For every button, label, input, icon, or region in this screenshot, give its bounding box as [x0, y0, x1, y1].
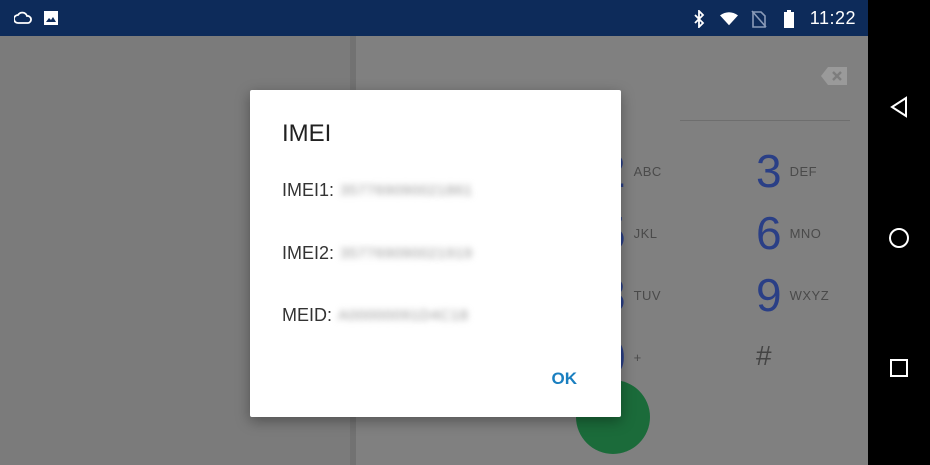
imei1-value: 357769090021861: [340, 182, 473, 199]
dialpad-key-6[interactable]: 6 MNO: [756, 210, 821, 256]
navigation-bar: [868, 0, 930, 465]
dialpad-key-digit: #: [756, 340, 772, 371]
dialpad-key-letters: WXYZ: [789, 287, 830, 303]
dialpad-key-letters: MNO: [789, 225, 822, 241]
meid-row: MEID: A00000091D4C18: [282, 305, 468, 326]
ok-button[interactable]: OK: [552, 369, 578, 389]
image-icon: [42, 9, 60, 27]
imei1-row: IMEI1: 357769090021861: [282, 180, 473, 201]
meid-value: A00000091D4C18: [338, 307, 469, 324]
dialpad-key-hash[interactable]: #: [756, 340, 772, 372]
dialpad-key-letters: ABC: [633, 163, 662, 179]
dialpad-key-letters: TUV: [633, 287, 662, 303]
cloud-sync-icon: [14, 9, 32, 27]
imei2-label: IMEI2:: [282, 243, 335, 263]
home-icon[interactable]: [886, 225, 912, 251]
imei1-label: IMEI1:: [282, 180, 335, 200]
dialpad-key-9[interactable]: 9 WXYZ: [756, 272, 829, 318]
recents-icon[interactable]: [886, 355, 912, 381]
wifi-icon: [719, 10, 738, 28]
status-bar: 11:22: [0, 0, 868, 36]
imei2-row: IMEI2: 357769090021919: [282, 243, 473, 264]
no-sim-icon: [750, 9, 768, 28]
dialog-title: IMEI: [282, 120, 332, 147]
dialpad-key-letters: +: [633, 349, 642, 365]
imei-dialog: IMEI IMEI1: 357769090021861 IMEI2: 35776…: [250, 90, 621, 417]
backspace-icon[interactable]: [820, 66, 848, 86]
dial-input-underline: [680, 120, 850, 121]
battery-icon: [780, 9, 798, 28]
dialpad-key-letters: DEF: [789, 163, 818, 179]
status-bar-right: 11:22: [690, 8, 856, 29]
back-icon[interactable]: [886, 94, 912, 120]
dialpad-key-letters: JKL: [633, 225, 658, 241]
status-time: 11:22: [809, 8, 856, 28]
dialpad-key-digit: 6: [756, 207, 782, 259]
meid-label: MEID:: [282, 305, 333, 325]
status-bar-left: [14, 9, 60, 27]
dialpad-key-digit: 3: [756, 145, 782, 197]
imei2-value: 357769090021919: [340, 245, 473, 262]
dialpad-key-digit: 9: [756, 269, 782, 321]
dialpad-key-3[interactable]: 3 DEF: [756, 148, 817, 194]
bluetooth-icon: [690, 9, 708, 28]
